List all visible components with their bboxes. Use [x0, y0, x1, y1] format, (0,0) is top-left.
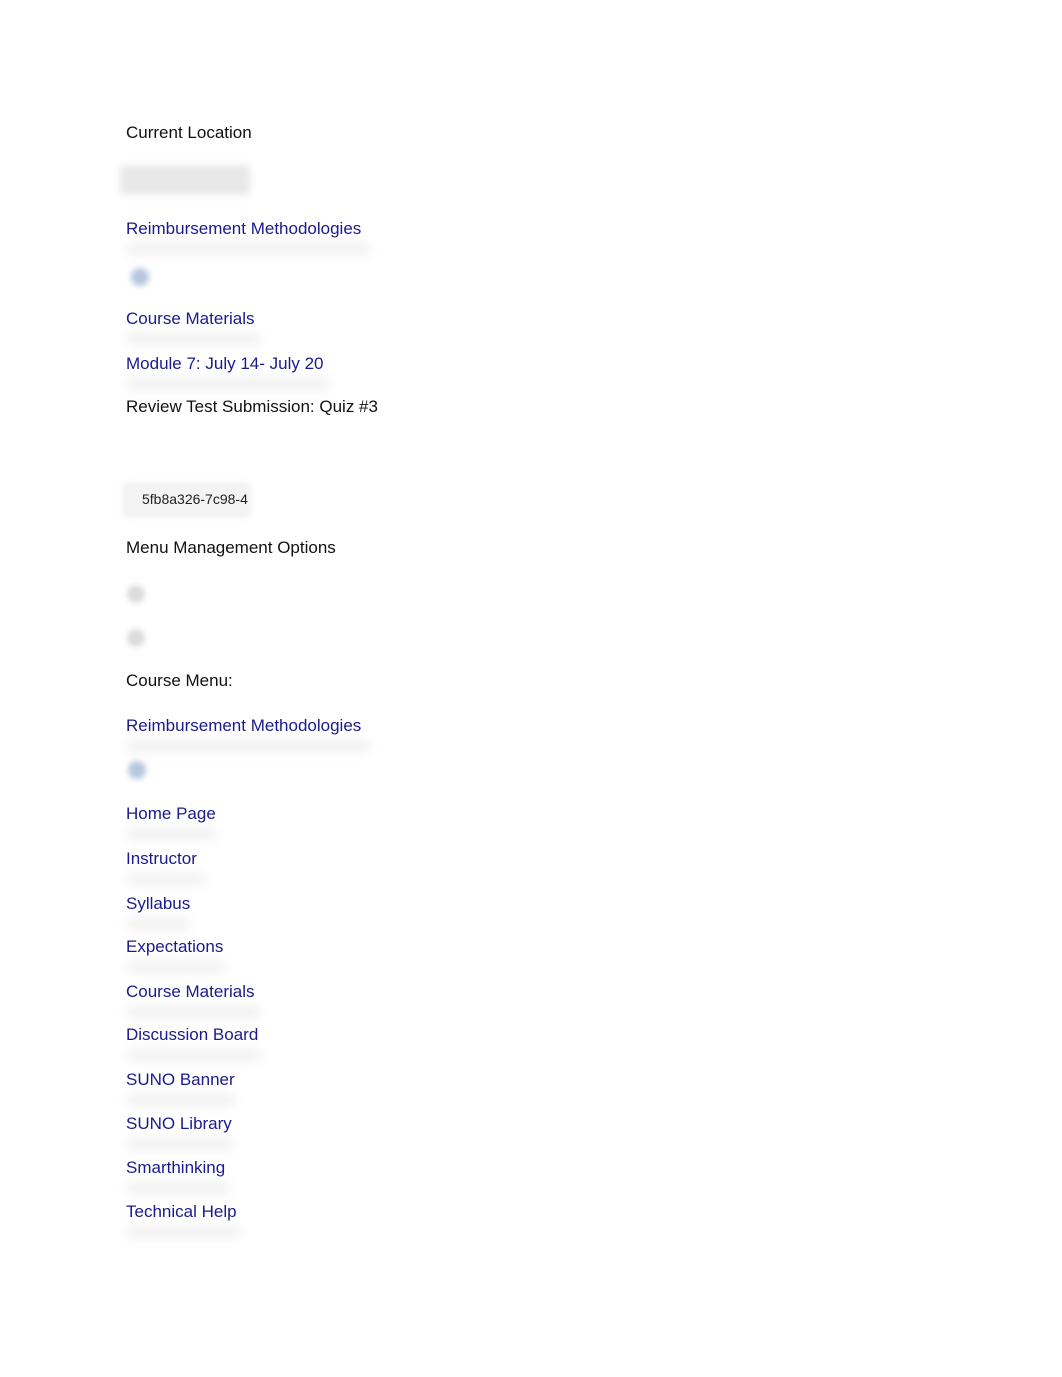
course-menu-heading: Course Menu:	[126, 671, 233, 690]
course-menu-refresh-icon[interactable]	[128, 761, 146, 779]
underline-shadow	[126, 1138, 234, 1150]
underline-shadow	[126, 873, 206, 885]
underline-shadow	[126, 1182, 231, 1194]
underline-shadow	[126, 333, 261, 345]
breadcrumb-course-link[interactable]: Reimbursement Methodologies	[126, 219, 361, 239]
underline-shadow	[126, 1006, 261, 1018]
session-id: 5fb8a326-7c98-4	[142, 491, 248, 507]
underline-shadow	[126, 740, 371, 752]
breadcrumb-course-materials-link[interactable]: Course Materials	[126, 309, 255, 329]
menu-management-heading: Menu Management Options	[126, 538, 336, 557]
course-menu-item-discussion-board[interactable]: Discussion Board	[126, 1025, 258, 1045]
underline-shadow	[126, 243, 371, 255]
show-menu-icon[interactable]	[127, 585, 145, 603]
underline-shadow	[126, 1049, 261, 1061]
course-menu-item-course-materials[interactable]: Course Materials	[126, 982, 255, 1002]
course-menu-item-technical-help[interactable]: Technical Help	[126, 1202, 237, 1222]
course-menu-item-smarthinking[interactable]: Smarthinking	[126, 1158, 225, 1178]
underline-shadow	[126, 918, 191, 930]
course-menu-item-syllabus[interactable]: Syllabus	[126, 894, 190, 914]
breadcrumb-module-link[interactable]: Module 7: July 14- July 20	[126, 354, 324, 374]
breadcrumb-current-page: Review Test Submission: Quiz #3	[126, 397, 378, 416]
current-location-heading: Current Location	[126, 123, 252, 142]
underline-shadow	[126, 378, 331, 390]
course-menu-item-suno-library[interactable]: SUNO Library	[126, 1114, 232, 1134]
breadcrumb-home-icon[interactable]	[120, 165, 250, 195]
course-menu-title-link[interactable]: Reimbursement Methodologies	[126, 716, 361, 736]
underline-shadow	[126, 961, 226, 973]
course-menu-item-home-page[interactable]: Home Page	[126, 804, 216, 824]
underline-shadow	[126, 828, 216, 840]
hide-menu-icon[interactable]	[127, 629, 145, 647]
course-menu-item-suno-banner[interactable]: SUNO Banner	[126, 1070, 235, 1090]
course-menu-item-expectations[interactable]: Expectations	[126, 937, 223, 957]
underline-shadow	[126, 1094, 236, 1106]
course-menu-item-instructor[interactable]: Instructor	[126, 849, 197, 869]
course-icon[interactable]	[131, 268, 149, 286]
underline-shadow	[126, 1226, 241, 1238]
